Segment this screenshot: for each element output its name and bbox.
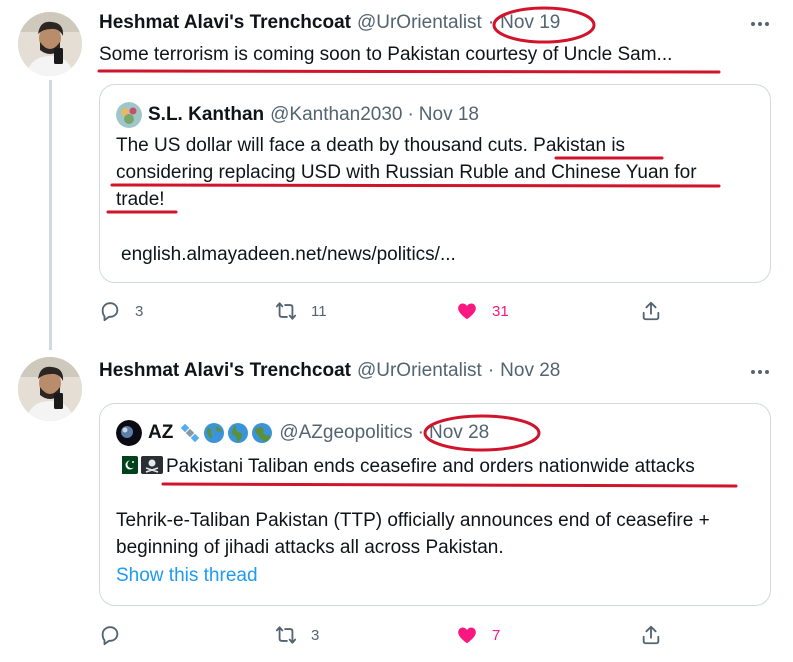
- tweet-2[interactable]: Heshmat Alavi's Trenchcoat @UrOrientalis…: [0, 340, 793, 662]
- retweet-count: 3: [311, 626, 320, 644]
- quoted-tweet-date: Nov 18: [418, 104, 479, 125]
- quoted-tweet-text-line-3: trade!: [116, 189, 165, 210]
- quoted-tweet-body-line-2: beginning of jihadi attacks all across P…: [116, 537, 504, 558]
- quoted-author-name: AZ: [148, 422, 174, 443]
- author-avatar[interactable]: [18, 357, 82, 421]
- share-button[interactable]: [640, 300, 662, 322]
- quoted-tweet-headline-row: Pakistani Taliban ends ceasefire and ord…: [116, 454, 695, 480]
- retweet-icon: [275, 302, 297, 320]
- tweet-actions: 3 7: [99, 624, 699, 650]
- separator-dot: ·: [417, 422, 424, 443]
- tweet-text: Some terrorism is coming soon to Pakista…: [99, 44, 673, 65]
- reply-icon: [101, 626, 119, 646]
- reply-count: 3: [135, 302, 144, 320]
- quoted-tweet-body-line-1: Tehrik-e-Taliban Pakistan (TTP) official…: [116, 510, 710, 531]
- retweet-icon: [275, 626, 297, 644]
- quoted-author-name: S.L. Kanthan: [148, 104, 265, 125]
- globe-icon: [227, 422, 249, 444]
- retweet-button[interactable]: 3: [275, 624, 319, 646]
- like-count: 7: [492, 626, 501, 644]
- globe-icon: [251, 422, 273, 444]
- retweet-button[interactable]: 11: [275, 300, 327, 322]
- quoted-tweet-link[interactable]: english.almayadeen.net/news/politics/...: [121, 244, 456, 266]
- reply-button[interactable]: 3: [99, 300, 143, 322]
- separator-dot: ·: [487, 360, 495, 381]
- separator-dot: ·: [407, 104, 414, 125]
- globe-icon: [203, 422, 225, 444]
- like-button[interactable]: 31: [456, 300, 509, 322]
- share-button[interactable]: [640, 624, 662, 646]
- quoted-tweet-text-line-2: considering replacing USD with Russian R…: [116, 162, 697, 183]
- like-icon: [458, 627, 476, 644]
- quoted-author-handle: @AZgeopolitics: [279, 422, 413, 443]
- author-name[interactable]: Heshmat Alavi's Trenchcoat: [99, 12, 351, 34]
- quoted-tweet-headline: Pakistani Taliban ends ceasefire and ord…: [166, 456, 695, 477]
- author-avatar[interactable]: [18, 12, 82, 76]
- tweet-1[interactable]: Heshmat Alavi's Trenchcoat @UrOrientalis…: [0, 0, 793, 340]
- more-options-icon[interactable]: [748, 364, 772, 380]
- quoted-author-avatar: [116, 420, 142, 446]
- author-handle[interactable]: @UrOrientalist: [357, 12, 482, 34]
- like-button[interactable]: 7: [456, 624, 500, 646]
- reply-button[interactable]: [99, 624, 121, 646]
- tweet-date[interactable]: Nov 28: [500, 360, 560, 382]
- more-options-icon[interactable]: [748, 16, 772, 32]
- quoted-tweet-text-line-1: The US dollar will face a death by thous…: [116, 135, 626, 156]
- share-icon: [642, 301, 660, 321]
- quoted-author-handle: @Kanthan2030: [270, 104, 403, 125]
- reply-icon: [101, 302, 119, 322]
- quoted-tweet-header: S.L. Kanthan @Kanthan2030 · Nov 18: [116, 102, 479, 128]
- quoted-tweet[interactable]: AZ @AZgeopolitics · Nov 28 Pakistani Tal…: [99, 403, 771, 606]
- tweet-header: Heshmat Alavi's Trenchcoat @UrOrientalis…: [99, 12, 560, 34]
- retweet-count: 11: [311, 302, 327, 320]
- tweet-actions: 3 11 31: [99, 300, 699, 326]
- show-thread-link[interactable]: Show this thread: [116, 565, 258, 587]
- quoted-author-avatar: [116, 102, 142, 128]
- pakistan-flag-icon: [116, 456, 138, 474]
- quoted-tweet-header: AZ @AZgeopolitics · Nov 28: [116, 420, 489, 446]
- quoted-tweet-date: Nov 28: [429, 422, 490, 443]
- like-count: 31: [492, 302, 509, 320]
- like-icon: [458, 303, 476, 320]
- pirate-flag-icon: [141, 456, 163, 474]
- quoted-tweet[interactable]: S.L. Kanthan @Kanthan2030 · Nov 18 The U…: [99, 84, 771, 283]
- separator-dot: ·: [487, 12, 495, 33]
- satellite-icon: [179, 422, 201, 444]
- author-handle[interactable]: @UrOrientalist: [357, 360, 482, 382]
- emoji-group: [179, 422, 273, 444]
- tweet-date[interactable]: Nov 19: [500, 12, 560, 34]
- share-icon: [642, 625, 660, 645]
- author-name[interactable]: Heshmat Alavi's Trenchcoat: [99, 360, 351, 382]
- tweet-header: Heshmat Alavi's Trenchcoat @UrOrientalis…: [99, 360, 560, 382]
